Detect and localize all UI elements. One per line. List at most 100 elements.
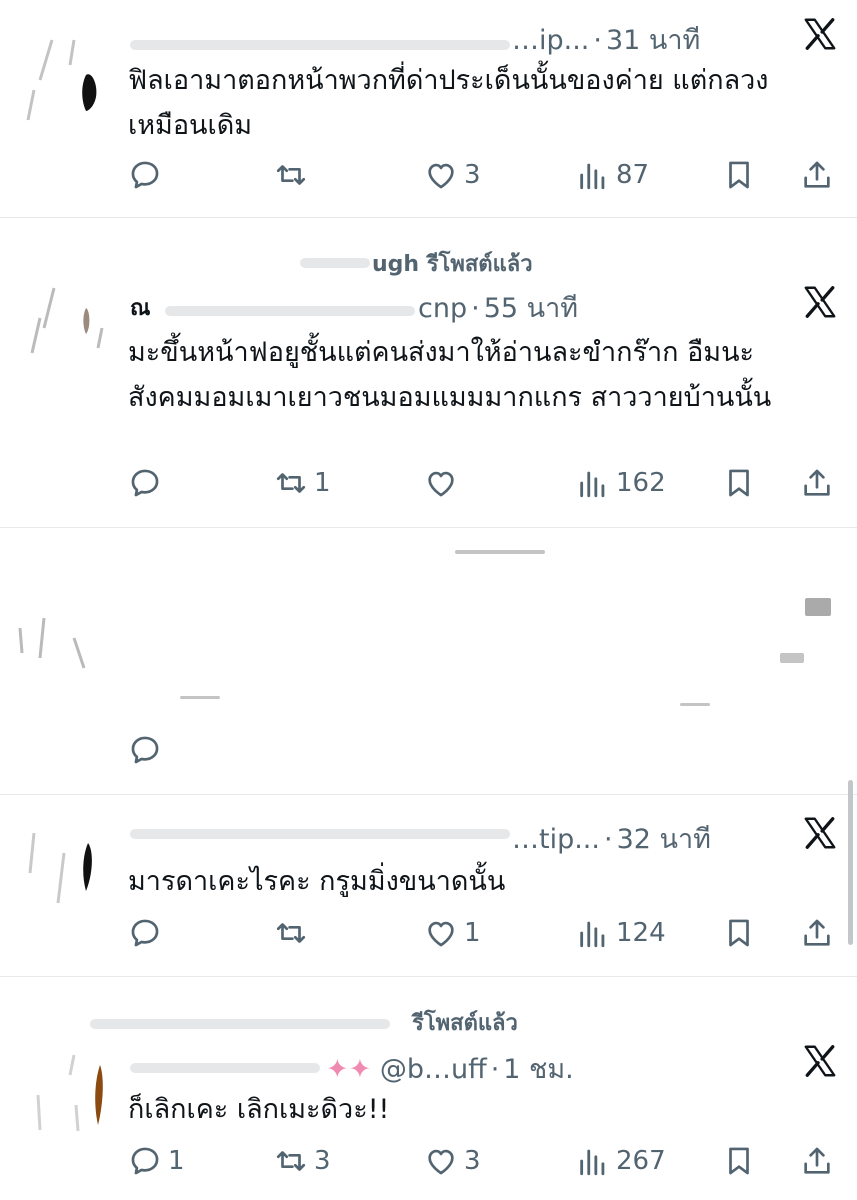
emoji-decoration: ✦✦ [326, 1054, 380, 1085]
repost-count: 3 [314, 1146, 331, 1176]
timestamp[interactable]: 32 นาที [617, 824, 711, 855]
x-logo-icon[interactable] [802, 284, 838, 320]
handle[interactable]: …tip... [512, 824, 600, 855]
share-button[interactable] [800, 155, 834, 195]
views-count: 267 [616, 1146, 666, 1176]
repost-button[interactable] [274, 913, 314, 953]
repost-icon [274, 1144, 308, 1178]
action-bar: 1 3 3 267 [128, 1141, 838, 1181]
repost-button[interactable]: 1 [274, 463, 331, 503]
heart-icon [424, 466, 458, 500]
reply-icon [128, 158, 162, 192]
reply-button[interactable] [128, 463, 168, 503]
timestamp[interactable]: 55 นาที [484, 293, 578, 324]
separator: · [593, 25, 602, 56]
reply-button[interactable] [128, 730, 168, 770]
handle[interactable]: …ip... [512, 25, 589, 56]
bookmark-icon [722, 466, 756, 500]
views-button[interactable]: 124 [576, 913, 666, 953]
username-redacted [130, 40, 510, 50]
reply-count: 1 [168, 1146, 185, 1176]
repost-button[interactable] [274, 155, 314, 195]
reply-button[interactable] [128, 155, 168, 195]
views-button[interactable]: 267 [576, 1141, 666, 1181]
handle[interactable]: @b…uff [380, 1054, 487, 1085]
display-name[interactable]: ณ [130, 290, 150, 325]
post-text: ฟิลเอามาตอกหน้าพวกที่ด่าประเด็นนั้นของค่… [128, 65, 769, 141]
x-logo-icon[interactable] [802, 815, 838, 851]
reply-icon [128, 733, 162, 767]
like-count: 1 [464, 918, 481, 948]
like-button[interactable] [424, 463, 464, 503]
avatar[interactable] [14, 258, 114, 368]
post-meta: ✦✦ @b…uff · 1 ชม. [326, 1047, 574, 1090]
bookmark-icon [722, 916, 756, 950]
scrollbar[interactable] [848, 780, 853, 945]
repost-button[interactable]: 3 [274, 1141, 331, 1181]
views-button[interactable]: 162 [576, 463, 666, 503]
redacted-fragment [805, 598, 831, 616]
action-bar: 3 87 [128, 155, 838, 195]
post[interactable]: …ip... · 31 นาที ฟิลเอามาตอกหน้าพวกที่ด่าป… [0, 0, 857, 218]
repost-label[interactable]: รีโพสต์แล้ว [412, 1005, 518, 1040]
views-icon [576, 158, 610, 192]
post[interactable]: …tip... · 32 นาที มารดาเคะไรคะ กรูมมิ่งขนา… [0, 795, 857, 977]
views-icon [576, 1144, 610, 1178]
repost-label[interactable]: ugh รีโพสต์แล้ว [372, 246, 533, 281]
separator: · [603, 824, 613, 855]
username-redacted [130, 829, 510, 839]
repost-icon [274, 466, 308, 500]
like-button[interactable]: 3 [424, 155, 481, 195]
like-button[interactable]: 1 [424, 913, 481, 953]
repost-count: 1 [314, 468, 331, 498]
post-meta: cnp · 55 นาที [418, 286, 578, 329]
views-icon [576, 466, 610, 500]
post-text: ก็เลิกเคะ เลิกเมะดิวะ!! [128, 1094, 390, 1125]
x-logo-icon[interactable] [802, 16, 838, 52]
bookmark-button[interactable] [722, 1141, 756, 1181]
share-icon [800, 158, 834, 192]
post-redacted[interactable] [0, 528, 857, 795]
post-meta: …ip... · 31 นาที [512, 18, 700, 61]
views-count: 162 [616, 468, 666, 498]
post[interactable]: ugh รีโพสต์แล้ว ณ cnp · 55 นาที มะขึ้นหน้า… [0, 218, 857, 528]
handle[interactable]: cnp [418, 293, 467, 324]
heart-icon [424, 916, 458, 950]
bookmark-button[interactable] [722, 155, 756, 195]
post[interactable]: รีโพสต์แล้ว ✦✦ @b…uff · 1 ชม. ก็เลิกเคะ เล… [0, 977, 857, 1200]
reposter-redacted [300, 258, 370, 268]
views-icon [576, 916, 610, 950]
reply-button[interactable] [128, 913, 168, 953]
timestamp[interactable]: 1 ชม. [503, 1054, 573, 1085]
share-button[interactable] [800, 913, 834, 953]
share-icon [800, 916, 834, 950]
like-count: 3 [464, 160, 481, 190]
username-redacted [130, 1063, 320, 1073]
post-text: มะขึ้นหน้าฟอยูชั้นแต่คนส่งมาให้อ่านละขำก… [128, 337, 772, 413]
redacted-fragment [680, 703, 710, 706]
reply-button[interactable]: 1 [128, 1141, 185, 1181]
post-text: มารดาเคะไรคะ กรูมมิ่งขนาดนั้น [128, 866, 506, 897]
bookmark-button[interactable] [722, 913, 756, 953]
separator: · [471, 293, 480, 324]
timestamp[interactable]: 31 นาที [606, 25, 700, 56]
repost-icon [274, 916, 308, 950]
views-button[interactable]: 87 [576, 155, 649, 195]
avatar[interactable] [14, 608, 114, 718]
heart-icon [424, 158, 458, 192]
share-button[interactable] [800, 463, 834, 503]
x-logo-icon[interactable] [802, 1043, 838, 1079]
repost-icon [274, 158, 308, 192]
avatar[interactable] [14, 20, 114, 130]
bookmark-icon [722, 1144, 756, 1178]
bookmark-button[interactable] [722, 463, 756, 503]
like-button[interactable]: 3 [424, 1141, 481, 1181]
views-count: 124 [616, 918, 666, 948]
share-button[interactable] [800, 1141, 834, 1181]
avatar[interactable] [14, 1035, 114, 1145]
avatar[interactable] [14, 813, 114, 923]
views-count: 87 [616, 160, 650, 190]
reply-icon [128, 466, 162, 500]
share-icon [800, 1144, 834, 1178]
reposter-redacted [90, 1019, 390, 1029]
